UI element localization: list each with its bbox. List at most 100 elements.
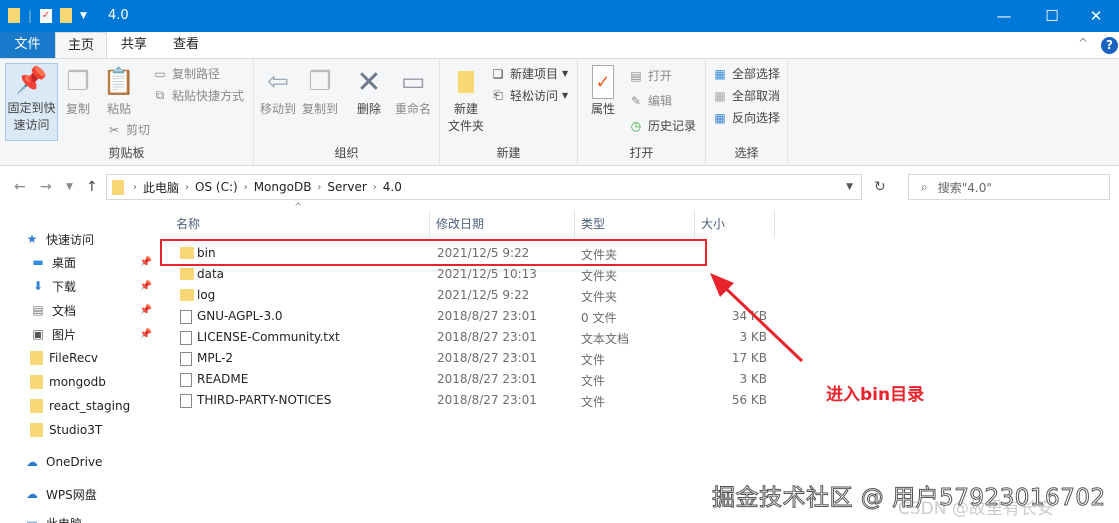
file-name: data bbox=[197, 267, 225, 281]
paste-shortcut-button[interactable]: ⧉ 粘贴快捷方式 bbox=[152, 87, 244, 104]
sidebar-item[interactable]: Studio3T bbox=[0, 419, 158, 441]
file-row[interactable]: log 2021/12/5 9:22 文件夹 bbox=[172, 285, 772, 306]
download-icon: ⬇ bbox=[32, 279, 44, 293]
sidebar-item[interactable]: ★ 快速访问 bbox=[0, 228, 158, 250]
column-header-type[interactable]: 类型 bbox=[575, 210, 695, 238]
pin-icon[interactable]: 📌 bbox=[140, 257, 152, 268]
easy-access-icon: ⎗ bbox=[493, 88, 503, 102]
address-input[interactable]: › 此电脑 › OS (C:) › MongoDB › Server › 4.0 ▼ bbox=[106, 174, 862, 200]
recent-dropdown-icon[interactable]: ▼ bbox=[66, 182, 73, 192]
pin-icon[interactable]: 📌 bbox=[140, 329, 152, 340]
invert-selection-button[interactable]: ▦ 反向选择 bbox=[712, 109, 780, 126]
tab-share[interactable]: 共享 bbox=[110, 32, 158, 58]
column-header-size[interactable]: 大小 bbox=[695, 210, 775, 238]
sidebar-item[interactable]: react_staging bbox=[0, 395, 158, 417]
up-icon[interactable]: ↑ bbox=[86, 179, 98, 195]
properties-button[interactable]: ✓ 属性 bbox=[586, 65, 620, 118]
dropdown-arrow-icon: ▼ bbox=[562, 69, 569, 78]
cut-button[interactable]: ✂ 剪切 bbox=[106, 121, 150, 138]
properties-icon[interactable]: ✓ bbox=[40, 8, 53, 23]
new-folder-icon[interactable] bbox=[60, 8, 73, 23]
clipboard-icon: 📋 bbox=[102, 66, 136, 97]
file-type: 文件 bbox=[581, 353, 606, 367]
open-button[interactable]: ▤ 打开 bbox=[628, 67, 672, 84]
file-date: 2018/8/27 23:01 bbox=[437, 309, 537, 323]
open-label: 打开 bbox=[648, 69, 673, 83]
paste-button[interactable]: 📋 粘贴 bbox=[100, 65, 138, 118]
sidebar-item[interactable]: ☁ OneDrive bbox=[0, 451, 158, 473]
sidebar-item[interactable]: ⬇ 下载 📌 bbox=[0, 275, 158, 297]
customize-dropdown-icon[interactable]: ▼ bbox=[80, 11, 87, 21]
folder-icon bbox=[8, 8, 20, 23]
new-folder-button[interactable]: 新建 文件夹 bbox=[444, 65, 488, 135]
easy-access-button[interactable]: ⎗ 轻松访问 ▼ bbox=[490, 87, 568, 104]
column-header-name[interactable]: 名称 bbox=[170, 210, 430, 238]
sidebar-item[interactable]: ▤ 文档 📌 bbox=[0, 299, 158, 321]
file-date: 2021/12/5 10:13 bbox=[437, 267, 537, 281]
select-all-icon: ▦ bbox=[714, 66, 726, 81]
select-none-icon: ▦ bbox=[714, 88, 726, 103]
maximize-button[interactable]: ☐ bbox=[1029, 0, 1075, 32]
sidebar-item-label: FileRecv bbox=[49, 351, 98, 365]
breadcrumb-item[interactable]: 4.0 bbox=[377, 180, 408, 194]
column-header-date[interactable]: 修改日期 bbox=[430, 210, 575, 238]
close-button[interactable]: ✕ bbox=[1073, 0, 1119, 32]
move-to-label: 移动到 bbox=[259, 102, 296, 116]
breadcrumb-item[interactable]: 此电脑 bbox=[137, 179, 185, 196]
refresh-icon[interactable]: ↻ bbox=[874, 179, 886, 195]
pin-quick-access-button[interactable]: 📌 固定到快 速访问 bbox=[5, 63, 58, 141]
sidebar-item[interactable]: FileRecv bbox=[0, 347, 158, 369]
sidebar-item[interactable]: ▣ 图片 📌 bbox=[0, 323, 158, 345]
history-button[interactable]: ◷ 历史记录 bbox=[628, 117, 696, 134]
edit-button[interactable]: ✎ 编辑 bbox=[628, 92, 672, 109]
forward-icon[interactable]: → bbox=[40, 179, 52, 195]
tab-view[interactable]: 查看 bbox=[162, 32, 210, 58]
select-group: ▦ 全部选择 ▦ 全部取消 ▦ 反向选择 选择 bbox=[706, 59, 788, 165]
select-all-label: 全部选择 bbox=[732, 67, 781, 81]
delete-button[interactable]: ✕ 删除 bbox=[352, 65, 386, 118]
copy-to-button[interactable]: ❐ 复制到 bbox=[300, 65, 340, 118]
sidebar-item[interactable]: ▬ 桌面 📌 bbox=[0, 251, 158, 273]
tab-home[interactable]: 主页 bbox=[55, 32, 107, 58]
sidebar-item-label: mongodb bbox=[49, 375, 106, 389]
move-to-button[interactable]: ⇦ 移动到 bbox=[258, 65, 298, 118]
collapse-ribbon-icon[interactable]: ^ bbox=[1078, 36, 1088, 50]
file-icon bbox=[180, 394, 192, 408]
tab-file[interactable]: 文件 bbox=[0, 32, 55, 58]
minimize-button[interactable]: — bbox=[981, 0, 1027, 32]
file-name: LICENSE-Community.txt bbox=[197, 330, 340, 344]
search-input[interactable]: ⌕ 搜索"4.0" bbox=[908, 174, 1110, 200]
new-item-button[interactable]: ❏ 新建项目 ▼ bbox=[490, 65, 569, 82]
file-type: 文件 bbox=[581, 374, 606, 388]
file-row[interactable]: data 2021/12/5 10:13 文件夹 bbox=[172, 264, 772, 285]
rename-button[interactable]: ▭ 重命名 bbox=[392, 65, 434, 118]
file-type: 文件 bbox=[581, 395, 606, 409]
breadcrumb-item[interactable]: OS (C:) bbox=[189, 180, 244, 194]
sidebar-item[interactable]: mongodb bbox=[0, 371, 158, 393]
new-folder-icon bbox=[450, 65, 482, 99]
select-none-button[interactable]: ▦ 全部取消 bbox=[712, 87, 780, 104]
file-date: 2018/8/27 23:01 bbox=[437, 330, 537, 344]
breadcrumb-item[interactable]: Server bbox=[321, 180, 372, 194]
copy-path-button[interactable]: ▭ 复制路径 bbox=[152, 65, 220, 82]
sidebar-item[interactable]: ▭ 此电脑 bbox=[0, 512, 158, 523]
sidebar-item-label: Studio3T bbox=[49, 423, 103, 437]
pin-icon[interactable]: 📌 bbox=[140, 281, 152, 292]
back-icon[interactable]: ← bbox=[14, 179, 26, 195]
file-row[interactable]: THIRD-PARTY-NOTICES 2018/8/27 23:01 文件 56 K… bbox=[172, 390, 772, 411]
select-all-button[interactable]: ▦ 全部选择 bbox=[712, 65, 780, 82]
folder-icon bbox=[180, 268, 194, 280]
breadcrumb-item[interactable]: MongoDB bbox=[248, 180, 318, 194]
title-bar: | ✓ ▼ 4.0 — ☐ ✕ bbox=[0, 0, 1119, 32]
file-row[interactable]: GNU-AGPL-3.0 2018/8/27 23:01 0 文件 34 KB bbox=[172, 306, 772, 327]
sidebar-item[interactable]: ☁ WPS网盘 bbox=[0, 483, 158, 505]
help-icon[interactable]: ? bbox=[1101, 37, 1118, 54]
pin-icon[interactable]: 📌 bbox=[140, 305, 152, 316]
file-row[interactable]: LICENSE-Community.txt 2018/8/27 23:01 文本文档… bbox=[172, 327, 772, 348]
address-dropdown-icon[interactable]: ▼ bbox=[846, 182, 853, 192]
copy-button[interactable]: ❐ 复制 bbox=[60, 65, 96, 118]
clipboard-group-label: 剪贴板 bbox=[108, 146, 145, 160]
file-name: THIRD-PARTY-NOTICES bbox=[197, 393, 332, 407]
file-row[interactable]: MPL-2 2018/8/27 23:01 文件 17 KB bbox=[172, 348, 772, 369]
file-row[interactable]: README 2018/8/27 23:01 文件 3 KB bbox=[172, 369, 772, 390]
